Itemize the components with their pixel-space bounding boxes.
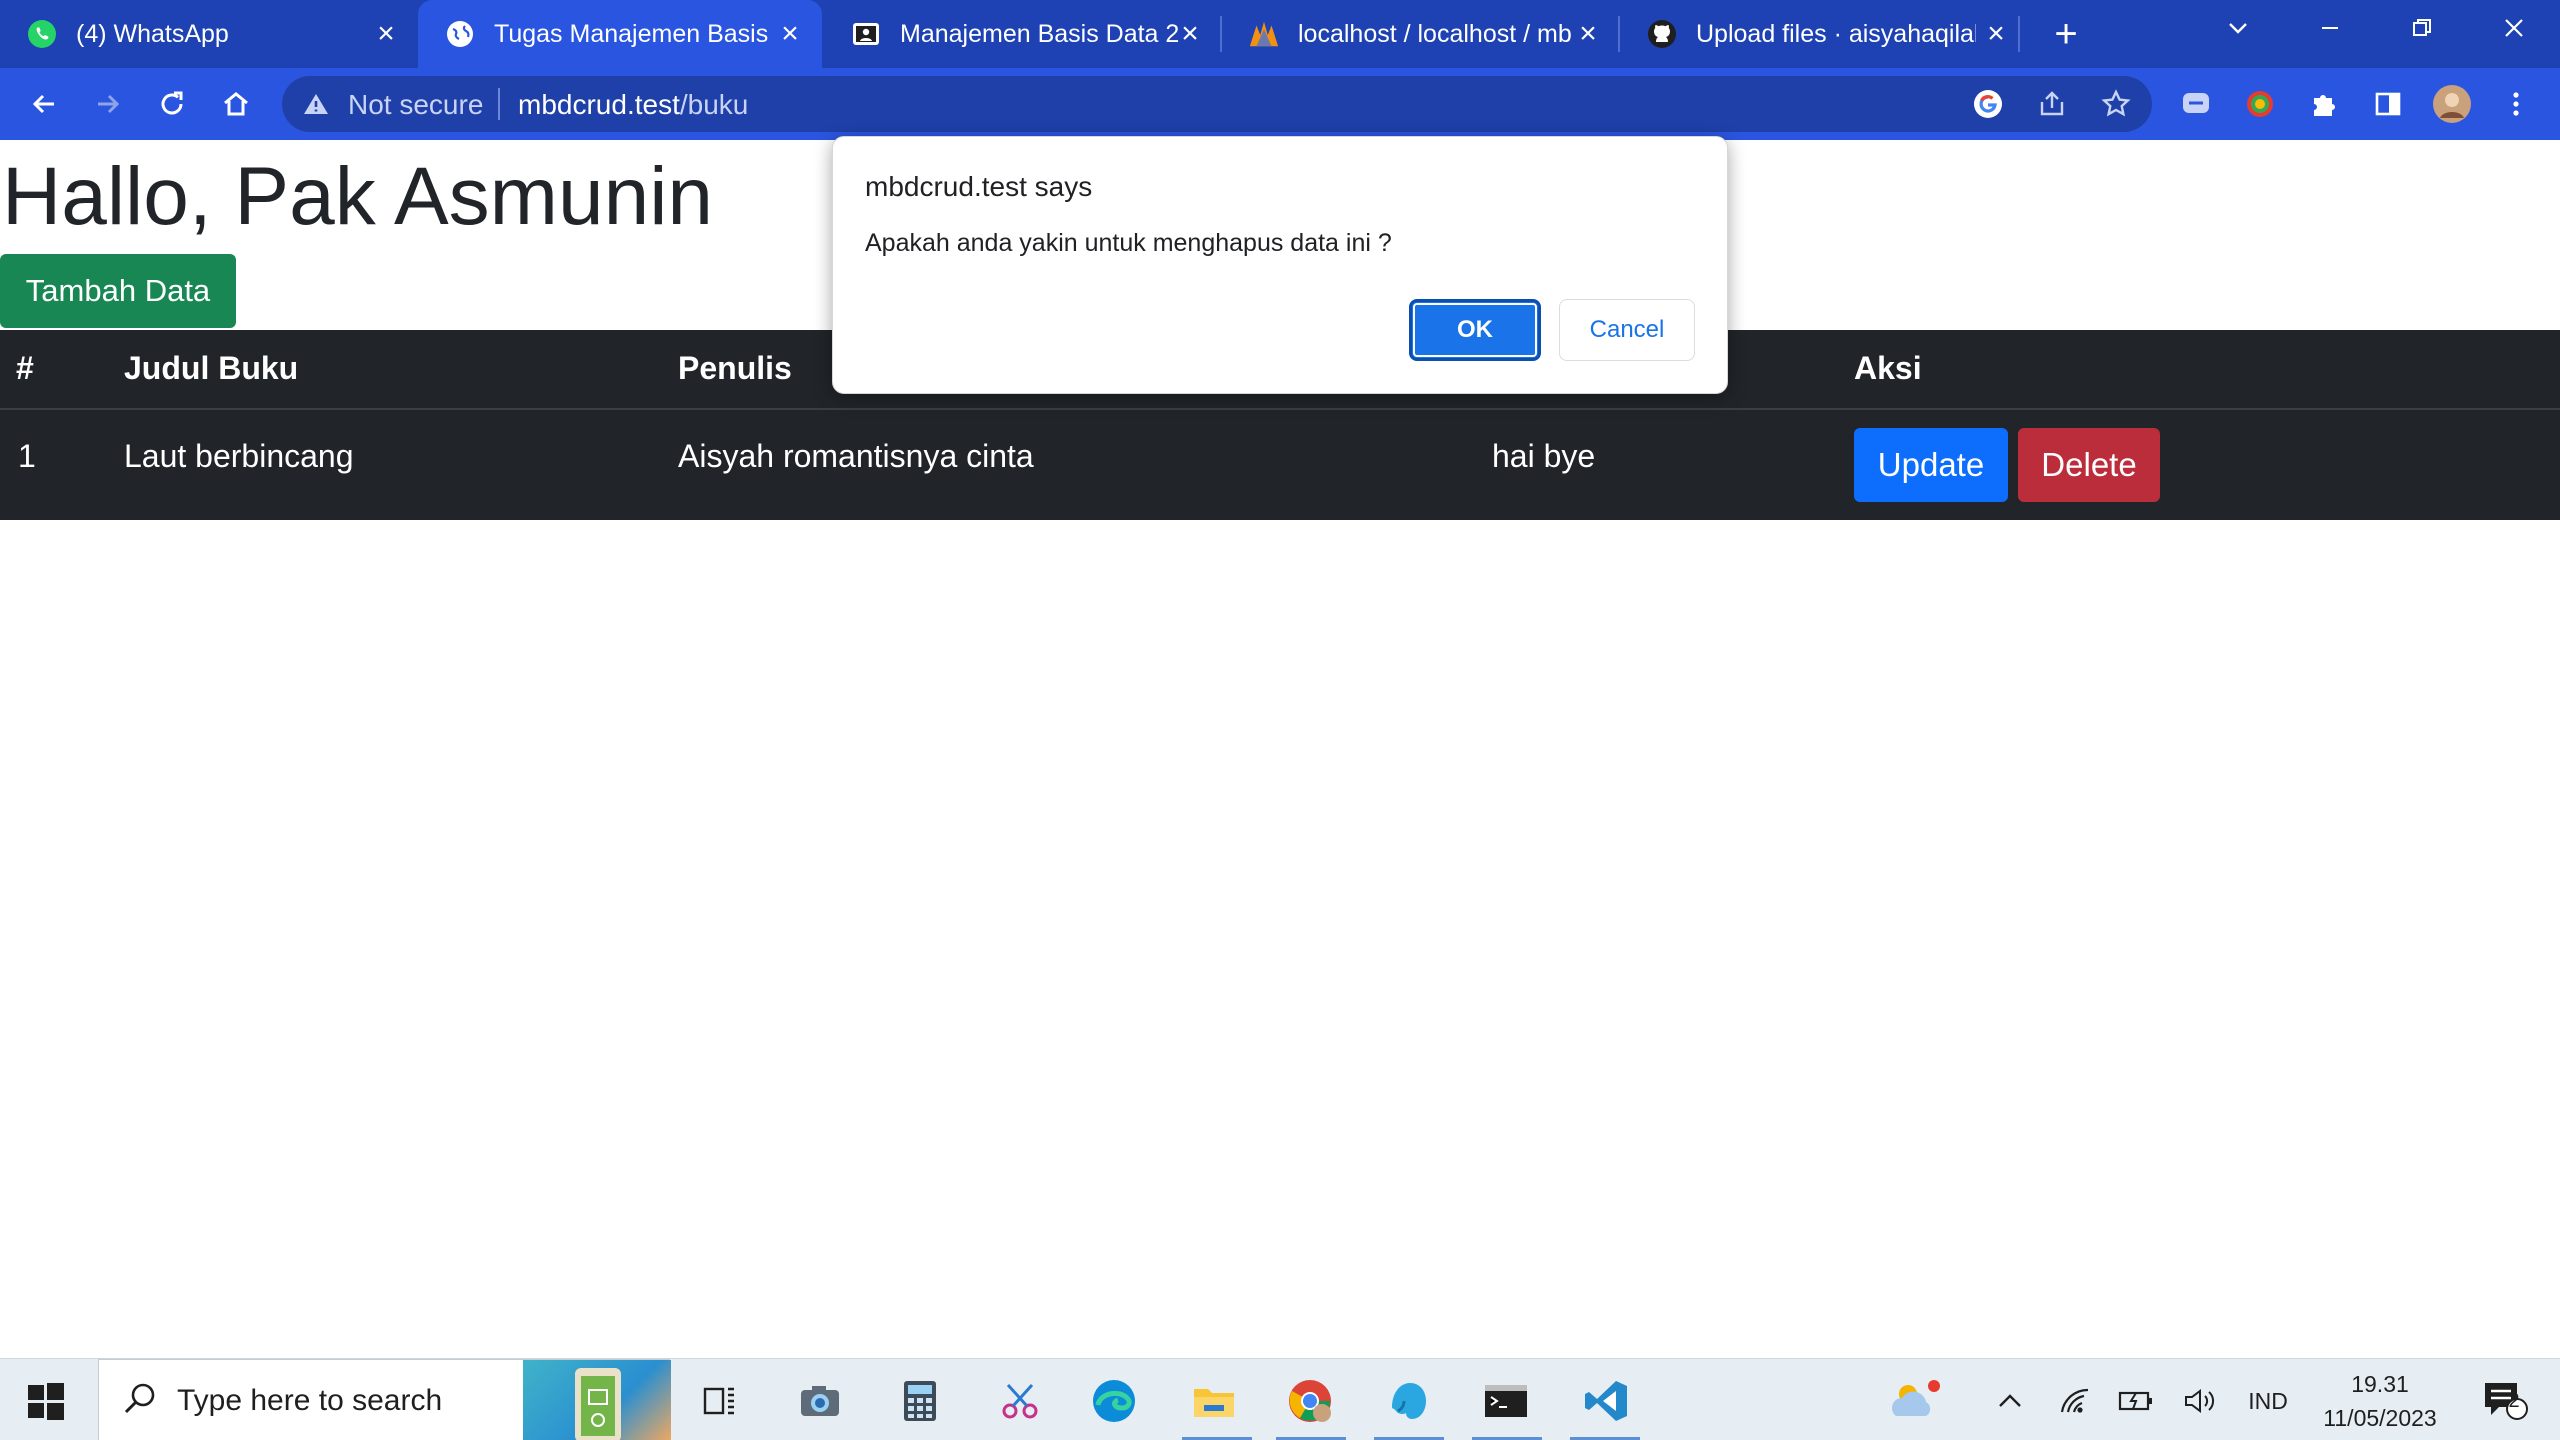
bookmark-star-icon[interactable]	[2094, 82, 2138, 126]
menu-kebab-icon[interactable]	[2494, 82, 2538, 126]
back-icon[interactable]	[22, 82, 66, 126]
system-clock[interactable]: 19.31 11/05/2023	[2310, 1367, 2450, 1435]
close-window-icon[interactable]	[2494, 14, 2534, 54]
omnibox-divider	[498, 88, 500, 120]
delete-button[interactable]: Delete	[2018, 428, 2160, 502]
dialog-cancel-button[interactable]: Cancel	[1559, 299, 1695, 361]
vscode-icon[interactable]	[1582, 1377, 1630, 1425]
search-highlight-image[interactable]	[523, 1360, 671, 1440]
windows-start-icon[interactable]	[26, 1381, 66, 1421]
header-judul-buku: Judul Buku	[124, 350, 299, 386]
tab-title: (4) WhatsApp	[76, 20, 229, 48]
dialog-ok-button[interactable]: OK	[1409, 299, 1541, 361]
share-icon[interactable]	[2030, 82, 2074, 126]
dialog-message: Apakah anda yakin untuk menghapus data i…	[865, 229, 1392, 257]
header-penulis: Penulis	[678, 350, 792, 386]
header-number: #	[16, 350, 34, 386]
terminal-icon[interactable]	[1482, 1377, 1530, 1425]
search-placeholder: Type here to search	[177, 1384, 443, 1417]
camera-app-icon[interactable]	[796, 1377, 844, 1425]
tab-title: Upload files · aisyahaqilah	[1696, 20, 1976, 48]
home-icon[interactable]	[214, 82, 258, 126]
cell-extra: hai bye	[1492, 438, 1596, 474]
cell-judul-buku: Laut berbincang	[124, 438, 354, 474]
phpmyadmin-icon	[1248, 18, 1280, 50]
tab-github[interactable]: Upload files · aisyahaqilah ×	[1620, 0, 2016, 68]
new-tab-button[interactable]: +	[2044, 14, 2088, 54]
address-bar[interactable]: Not secure mbdcrud.test/buku	[282, 76, 2152, 132]
close-tab-icon[interactable]: ×	[1174, 18, 1206, 50]
cell-number: 1	[18, 438, 36, 474]
volume-icon[interactable]	[2180, 1377, 2222, 1425]
confirm-dialog: mbdcrud.test says Apakah anda yakin untu…	[832, 136, 1728, 394]
globe-icon	[444, 18, 476, 50]
close-tab-icon[interactable]: ×	[370, 18, 402, 50]
security-label[interactable]: Not secure	[348, 89, 483, 121]
chrome-browser-icon[interactable]	[1286, 1377, 1334, 1425]
task-view-icon[interactable]	[696, 1377, 744, 1425]
dialog-title: mbdcrud.test says	[865, 171, 1093, 202]
browser-toolbar: Not secure mbdcrud.test/buku	[0, 68, 2560, 140]
tab-separator	[2018, 16, 2020, 52]
update-button[interactable]: Update	[1854, 428, 2008, 502]
taskbar-search-box[interactable]: Type here to search	[98, 1359, 671, 1440]
tab-title: Manajemen Basis Data 20	[900, 20, 1180, 48]
github-icon	[1646, 18, 1678, 50]
header-aksi: Aksi	[1854, 350, 1922, 386]
restore-window-icon[interactable]	[2402, 14, 2442, 54]
google-lens-icon[interactable]	[1966, 82, 2010, 126]
tab-phpmyadmin[interactable]: localhost / localhost / mb ×	[1222, 0, 1618, 68]
notification-count: 2	[2508, 1390, 2520, 1412]
windows-taskbar: Type here to search IND 19.31 11/05/2023…	[0, 1358, 2560, 1440]
whatsapp-icon	[26, 18, 58, 50]
wifi-icon[interactable]	[2054, 1377, 2096, 1425]
close-tab-icon[interactable]: ×	[1980, 18, 2012, 50]
cell-penulis: Aisyah romantisnya cinta	[678, 438, 1034, 474]
warning-triangle-icon[interactable]	[302, 90, 330, 123]
tab-search-chevron-icon[interactable]	[2218, 14, 2258, 54]
table-row: 1 Laut berbincang Aisyah romantisnya cin…	[0, 410, 2560, 520]
chat-extension-icon[interactable]	[2174, 82, 2218, 126]
minimize-window-icon[interactable]	[2310, 14, 2350, 54]
tab-tugas[interactable]: Tugas Manajemen Basis D ×	[418, 0, 822, 68]
search-icon	[121, 1380, 159, 1423]
tab-title: Tugas Manajemen Basis D	[494, 20, 774, 48]
url-text[interactable]: mbdcrud.test/buku	[518, 89, 748, 121]
file-explorer-icon[interactable]	[1190, 1377, 1238, 1425]
database-app-icon[interactable]	[1384, 1377, 1432, 1425]
close-tab-icon[interactable]: ×	[1572, 18, 1604, 50]
tab-whatsapp[interactable]: (4) WhatsApp ×	[0, 0, 416, 68]
add-data-button[interactable]: Tambah Data	[0, 254, 236, 328]
url-host: mbdcrud.test	[518, 89, 680, 120]
tab-strip: (4) WhatsApp × Tugas Manajemen Basis D ×…	[0, 0, 2560, 68]
url-path: /buku	[679, 89, 749, 120]
side-panel-icon[interactable]	[2366, 82, 2410, 126]
calculator-app-icon[interactable]	[896, 1377, 944, 1425]
chevron-up-icon[interactable]	[1990, 1377, 2030, 1425]
battery-charging-icon[interactable]	[2116, 1377, 2158, 1425]
close-tab-icon[interactable]: ×	[774, 18, 806, 50]
notification-center-icon[interactable]: 2	[2478, 1377, 2534, 1425]
weather-icon[interactable]	[1884, 1377, 1944, 1425]
tab-manajemen[interactable]: Manajemen Basis Data 20 ×	[824, 0, 1220, 68]
tab-title: localhost / localhost / mb	[1298, 20, 1572, 48]
snipping-tool-icon[interactable]	[996, 1377, 1044, 1425]
language-indicator[interactable]: IND	[2240, 1377, 2296, 1425]
edge-browser-icon[interactable]	[1090, 1377, 1138, 1425]
profile-avatar[interactable]	[2430, 82, 2474, 126]
clock-time: 19.31	[2351, 1371, 2409, 1397]
reload-icon[interactable]	[150, 82, 194, 126]
classroom-icon	[850, 18, 882, 50]
extensions-puzzle-icon[interactable]	[2302, 82, 2346, 126]
clock-date: 11/05/2023	[2323, 1405, 2437, 1431]
color-extension-icon[interactable]	[2238, 82, 2282, 126]
forward-icon[interactable]	[86, 82, 130, 126]
page-title: Hallo, Pak Asmunin	[2, 151, 714, 242]
